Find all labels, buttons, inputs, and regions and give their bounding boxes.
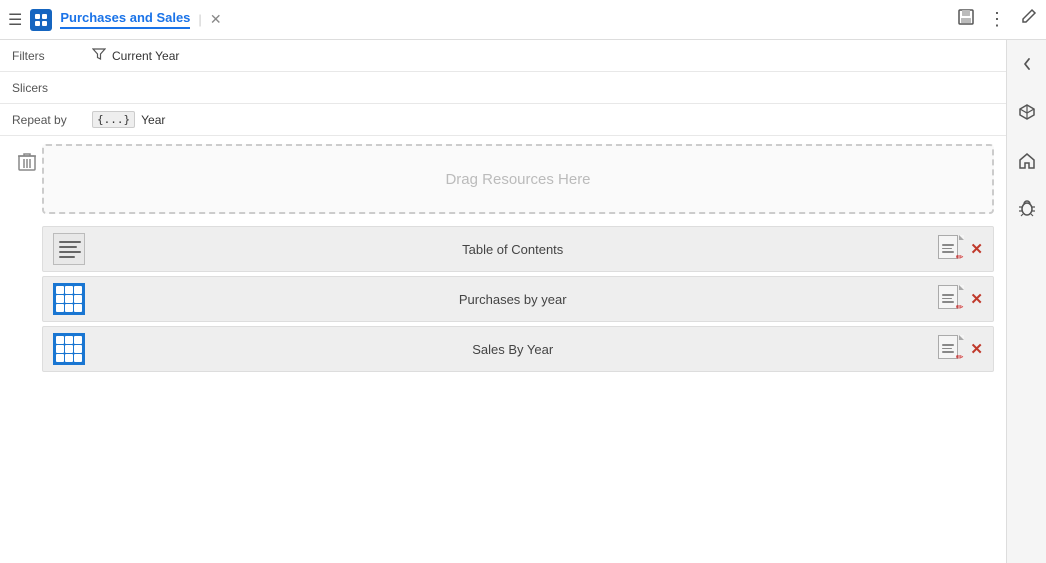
slicers-row: Slicers <box>0 72 1006 104</box>
toc-edit-button[interactable]: ✏ <box>938 235 964 263</box>
close-tab-icon[interactable]: ✕ <box>210 11 222 28</box>
filters-value[interactable]: Current Year <box>92 47 179 64</box>
toc-label: Table of Contents <box>97 242 928 257</box>
repeatby-label: Repeat by <box>12 113 92 127</box>
resource-list: Table of Contents <box>42 226 994 372</box>
trash-icon[interactable] <box>18 152 36 177</box>
repeatby-year: Year <box>141 113 165 127</box>
code-badge: {...} <box>92 111 135 128</box>
table-row: Sales By Year <box>42 326 994 372</box>
toc-actions: ✏ ✕ <box>938 235 985 263</box>
repeatby-value[interactable]: {...} Year <box>92 111 165 128</box>
grid-icon <box>51 281 87 317</box>
filter-icon <box>92 47 106 64</box>
table-row: Purchases by year <box>42 276 994 322</box>
table-row: Table of Contents <box>42 226 994 272</box>
filters-row: Filters Current Year <box>0 40 1006 72</box>
cube-icon-button[interactable] <box>1011 96 1043 128</box>
trash-area <box>12 144 42 372</box>
tab-separator: | <box>198 12 201 27</box>
bug-icon-button[interactable] <box>1011 192 1043 224</box>
panel-wrapper: Drag Resources Here <box>0 136 1006 380</box>
hamburger-icon[interactable]: ☰ <box>8 10 22 30</box>
slicers-label: Slicers <box>12 81 92 95</box>
sales-edit-button[interactable]: ✏ <box>938 335 964 363</box>
panel-content: Drag Resources Here <box>42 144 994 372</box>
right-sidebar <box>1006 40 1046 563</box>
purchases-label: Purchases by year <box>97 292 928 307</box>
toc-icon <box>51 231 87 267</box>
filters-label: Filters <box>12 49 92 63</box>
save-button[interactable] <box>956 7 976 32</box>
purchases-actions: ✏ ✕ <box>938 285 985 313</box>
purchases-remove-button[interactable]: ✕ <box>968 290 985 308</box>
sales-actions: ✏ ✕ <box>938 335 985 363</box>
drop-zone[interactable]: Drag Resources Here <box>42 144 994 214</box>
app-icon <box>30 9 52 31</box>
top-bar-left: ☰ Purchases and Sales | ✕ <box>8 9 948 31</box>
repeatby-row: Repeat by {...} Year <box>0 104 1006 136</box>
more-options-button[interactable]: ⋮ <box>988 9 1006 30</box>
purchases-edit-button[interactable]: ✏ <box>938 285 964 313</box>
top-bar: ☰ Purchases and Sales | ✕ ⋮ <box>0 0 1046 40</box>
filters-current-year: Current Year <box>112 49 179 63</box>
top-bar-right: ⋮ <box>956 7 1038 32</box>
sales-label: Sales By Year <box>97 342 928 357</box>
collapse-panel-button[interactable] <box>1011 48 1043 80</box>
home-icon-button[interactable] <box>1011 144 1043 176</box>
edit-button[interactable] <box>1018 7 1038 32</box>
toc-remove-button[interactable]: ✕ <box>968 240 985 258</box>
sales-remove-button[interactable]: ✕ <box>968 340 985 358</box>
main-layout: Filters Current Year Slicers Repeat by {… <box>0 40 1046 563</box>
content-area: Filters Current Year Slicers Repeat by {… <box>0 40 1006 563</box>
drop-zone-label: Drag Resources Here <box>445 171 590 188</box>
tab-title[interactable]: Purchases and Sales <box>60 10 190 29</box>
grid-icon-sales <box>51 331 87 367</box>
